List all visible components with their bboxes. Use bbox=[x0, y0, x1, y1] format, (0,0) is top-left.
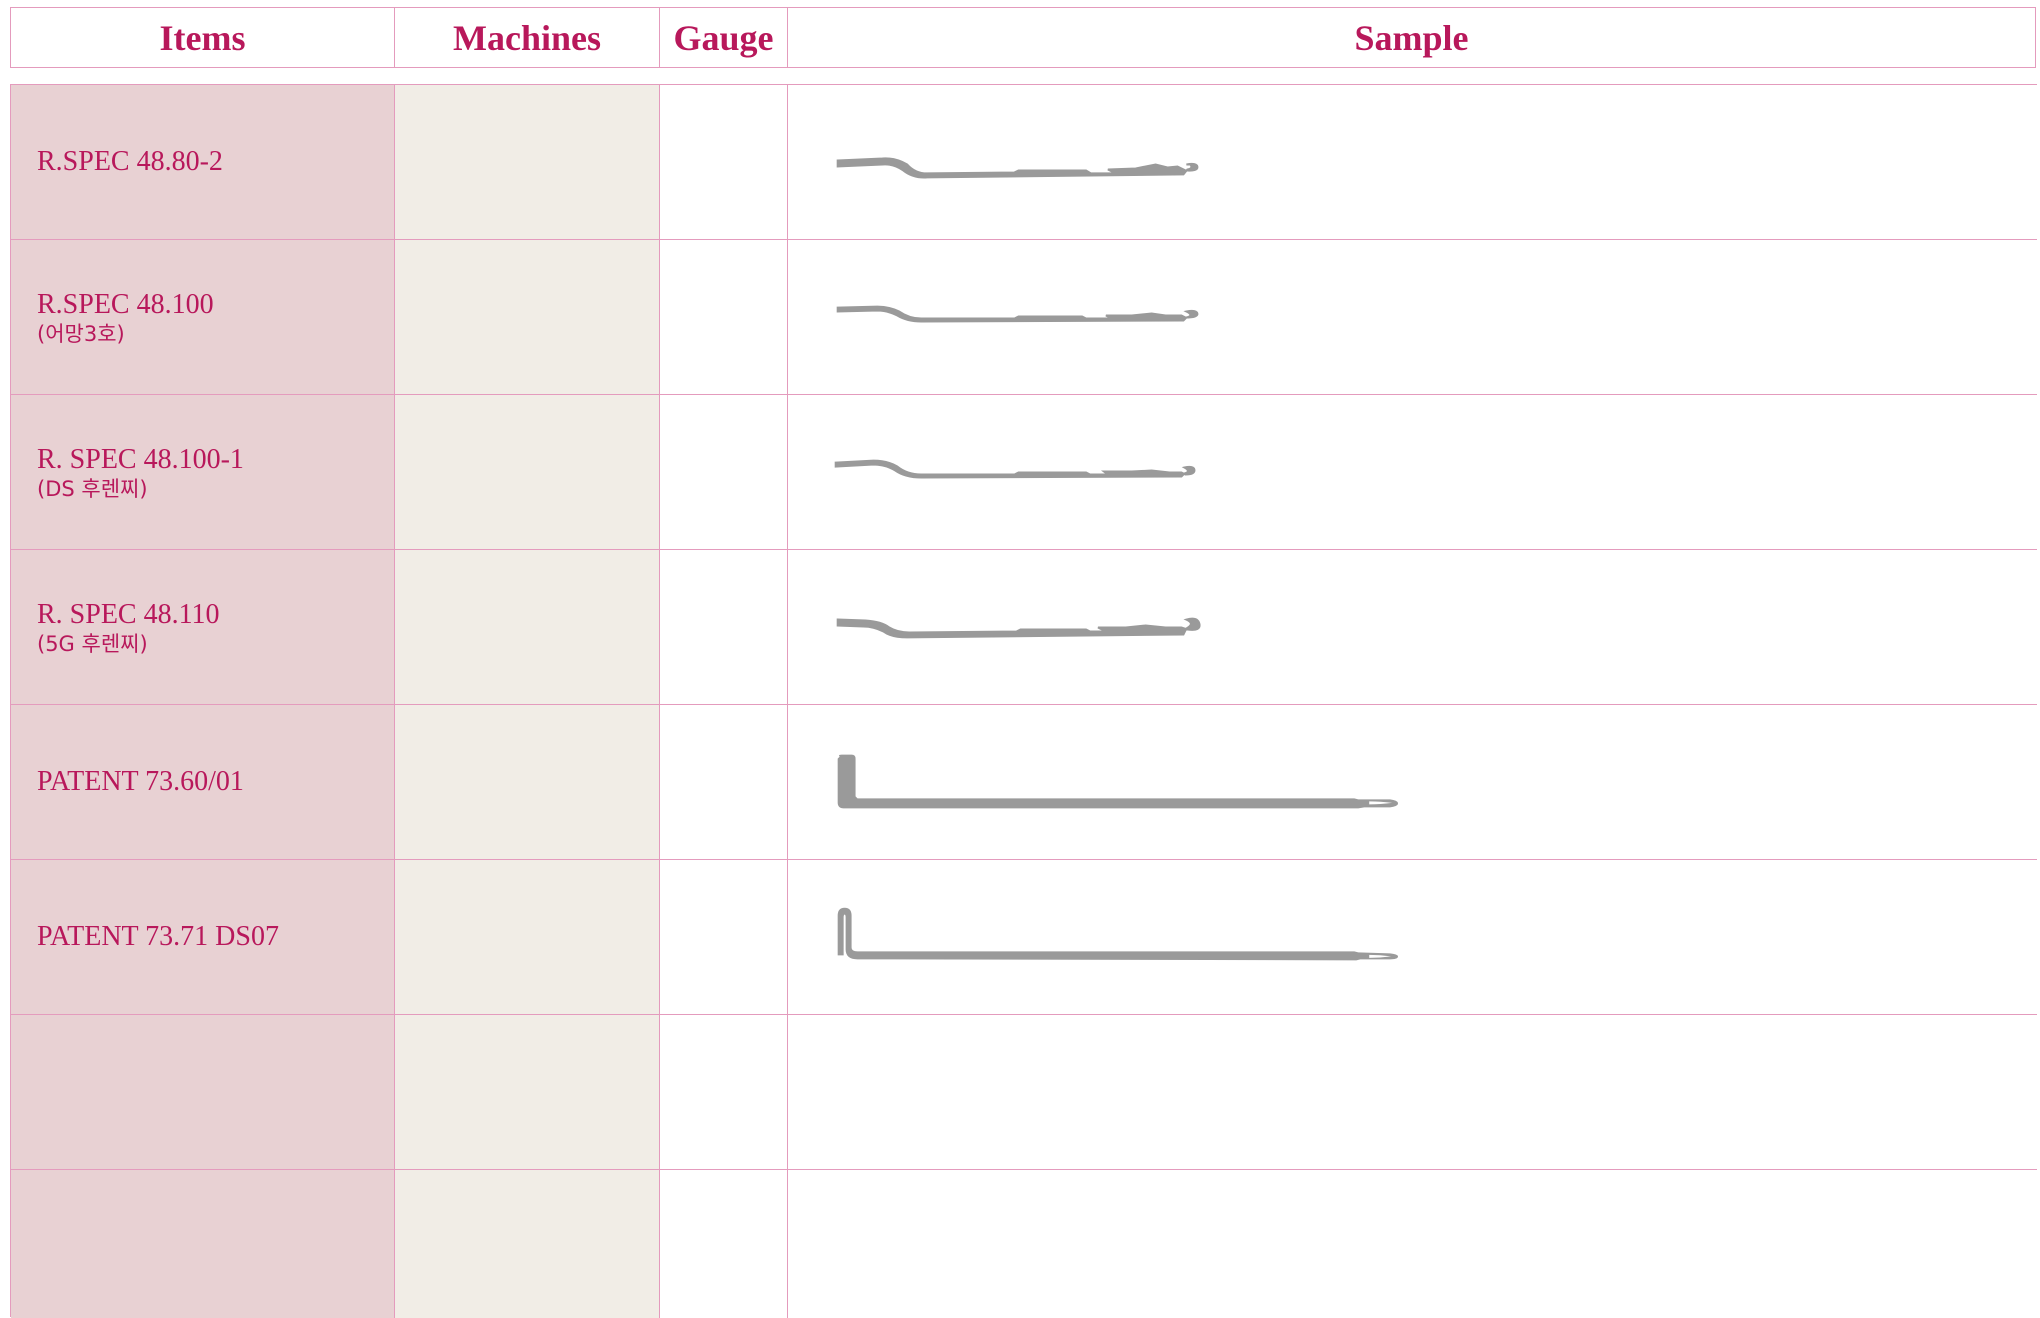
latch-needle-icon bbox=[834, 459, 1196, 479]
table-row bbox=[11, 1015, 2037, 1170]
item-label: PATENT 73.71 DS07 bbox=[37, 920, 279, 954]
table-row: R. SPEC 48.110 (5G 후렌찌) bbox=[11, 550, 2037, 705]
patent-needle-thin-icon bbox=[837, 907, 1399, 961]
item-label: PATENT 73.60/01 bbox=[37, 765, 244, 799]
item-cell: R.SPEC 48.100 (어망3호) bbox=[11, 240, 395, 394]
needle-table: R.SPEC 48.80-2 R.SPEC 48.100 (어망3호) R. S… bbox=[10, 84, 2037, 1318]
item-name: PATENT 73.71 DS07 bbox=[37, 921, 279, 952]
machines-cell bbox=[395, 395, 660, 549]
item-label: R.SPEC 48.100 (어망3호) bbox=[37, 288, 214, 346]
table-row: PATENT 73.60/01 bbox=[11, 705, 2037, 860]
gauge-cell bbox=[660, 1170, 788, 1318]
item-name: PATENT 73.60/01 bbox=[37, 766, 244, 797]
machines-cell bbox=[395, 550, 660, 704]
machines-cell bbox=[395, 1170, 660, 1318]
machines-cell bbox=[395, 240, 660, 394]
item-subtitle: (DS 후렌찌) bbox=[37, 477, 148, 501]
header-gauge: Gauge bbox=[660, 8, 788, 67]
header-items: Items bbox=[11, 8, 395, 67]
gauge-cell bbox=[660, 705, 788, 859]
item-cell: R. SPEC 48.100-1 (DS 후렌찌) bbox=[11, 395, 395, 549]
machines-cell bbox=[395, 1015, 660, 1169]
item-subtitle: (어망3호) bbox=[37, 322, 125, 346]
item-label: R.SPEC 48.80-2 bbox=[37, 145, 223, 179]
header-sample: Sample bbox=[1354, 17, 1469, 58]
header-machines: Machines bbox=[395, 8, 660, 67]
item-label: R. SPEC 48.110 (5G 후렌찌) bbox=[37, 598, 220, 656]
item-cell: R. SPEC 48.110 (5G 후렌찌) bbox=[11, 550, 395, 704]
latch-needle-icon bbox=[836, 157, 1199, 179]
table-row: PATENT 73.71 DS07 bbox=[11, 860, 2037, 1015]
latch-needle-icon bbox=[836, 617, 1201, 639]
item-cell bbox=[11, 1170, 395, 1318]
sample-cell bbox=[788, 1015, 2037, 1169]
gauge-cell bbox=[660, 85, 788, 239]
machines-cell bbox=[395, 860, 660, 1014]
table-row bbox=[11, 1170, 2037, 1318]
sample-cell bbox=[788, 705, 2037, 859]
item-subtitle: (5G 후렌찌) bbox=[37, 632, 148, 656]
latch-needle-icon bbox=[836, 305, 1199, 323]
machines-cell bbox=[395, 85, 660, 239]
sample-cell bbox=[788, 550, 2037, 704]
item-cell: R.SPEC 48.80-2 bbox=[11, 85, 395, 239]
sample-cell bbox=[788, 860, 2037, 1014]
gauge-cell bbox=[660, 240, 788, 394]
sample-cell bbox=[788, 395, 2037, 549]
item-cell: PATENT 73.71 DS07 bbox=[11, 860, 395, 1014]
item-label: R. SPEC 48.100-1 (DS 후렌찌) bbox=[37, 443, 244, 501]
item-cell bbox=[11, 1015, 395, 1169]
sample-cell bbox=[788, 85, 2037, 239]
gauge-cell bbox=[660, 395, 788, 549]
item-name: R. SPEC 48.110 bbox=[37, 599, 220, 630]
item-name: R. SPEC 48.100-1 bbox=[37, 444, 244, 475]
gauge-cell bbox=[660, 1015, 788, 1169]
machines-cell bbox=[395, 705, 660, 859]
gauge-cell bbox=[660, 550, 788, 704]
table-row: R.SPEC 48.100 (어망3호) bbox=[11, 240, 2037, 395]
table-row: R.SPEC 48.80-2 bbox=[11, 85, 2037, 240]
sample-cell bbox=[788, 1170, 2037, 1318]
item-cell: PATENT 73.60/01 bbox=[11, 705, 395, 859]
patent-needle-icon bbox=[837, 754, 1399, 809]
sample-cell bbox=[788, 240, 2037, 394]
table-header: Items Machines Gauge Sample bbox=[10, 7, 2036, 68]
item-name: R.SPEC 48.80-2 bbox=[37, 146, 223, 177]
gauge-cell bbox=[660, 860, 788, 1014]
table-row: R. SPEC 48.100-1 (DS 후렌찌) bbox=[11, 395, 2037, 550]
item-name: R.SPEC 48.100 bbox=[37, 289, 214, 320]
